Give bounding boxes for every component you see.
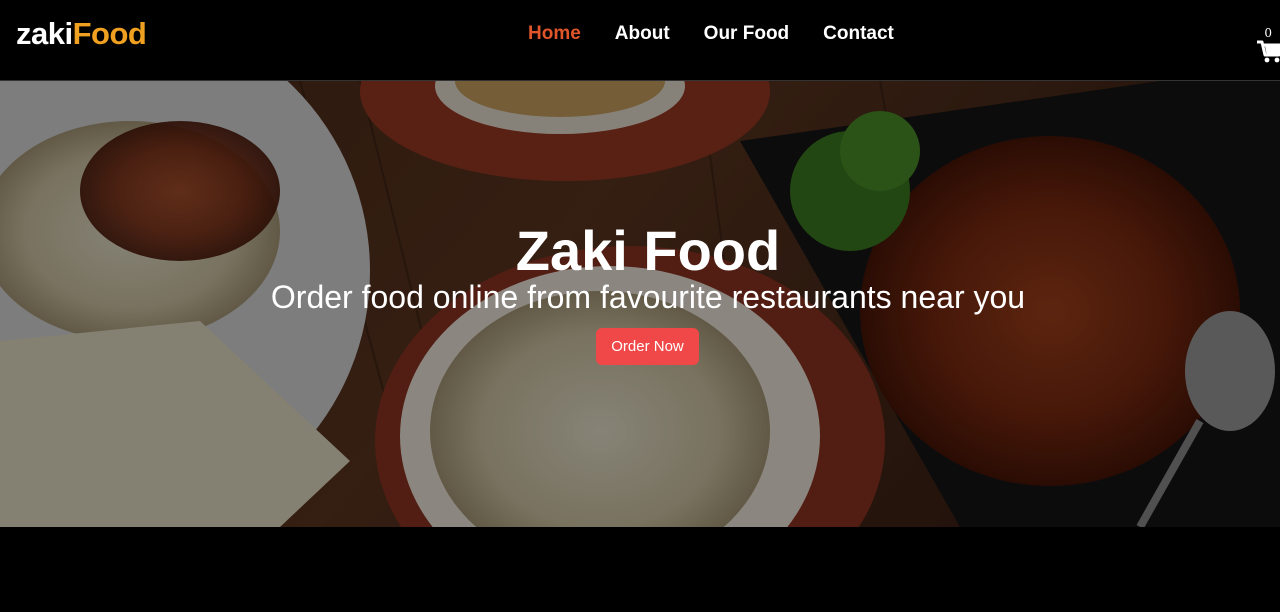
navbar: zakiFood Home About Our Food Contact 0 <box>0 0 1280 81</box>
cart-count: 0 <box>1264 26 1272 40</box>
nav-contact[interactable]: Contact <box>823 23 894 45</box>
brand-logo-part2: Food <box>72 16 147 51</box>
nav-our-food[interactable]: Our Food <box>704 23 789 45</box>
hero-section: Zaki Food Order food online from favouri… <box>0 81 1280 527</box>
order-now-button[interactable]: Order Now <box>596 328 699 365</box>
brand-logo-part1: zaki <box>16 16 73 51</box>
hero-subtitle: Order food online from favourite restaur… <box>270 279 1026 315</box>
cart-icon <box>1256 40 1280 69</box>
brand-logo[interactable]: zakiFood <box>16 16 147 52</box>
cart-button[interactable]: 0 <box>1252 26 1280 70</box>
nav-home[interactable]: Home <box>528 23 581 45</box>
page-bottom-area <box>0 527 1280 612</box>
nav-links: Home About Our Food Contact <box>528 23 894 45</box>
hero-title: Zaki Food <box>515 219 781 282</box>
nav-about[interactable]: About <box>615 23 670 45</box>
